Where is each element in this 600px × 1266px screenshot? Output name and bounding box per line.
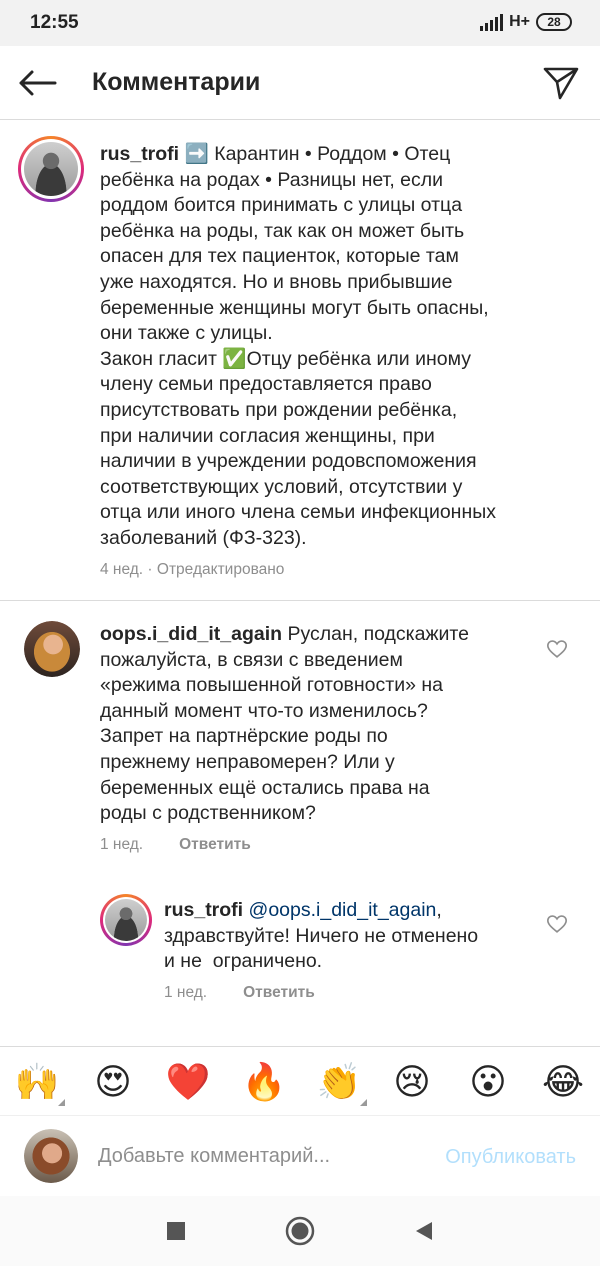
circle-icon (285, 1216, 315, 1246)
home-button[interactable] (282, 1213, 318, 1249)
reply-mention[interactable]: @oops.i_did_it_again (249, 899, 437, 921)
system-nav-bar (0, 1196, 600, 1266)
caption-meta: 4 нед. · Отредактировано (100, 561, 285, 578)
reply-avatar[interactable] (100, 894, 152, 946)
like-heart-icon[interactable] (546, 913, 568, 935)
skin-tone-indicator-icon (360, 1099, 367, 1106)
avatar-image (24, 1129, 78, 1183)
send-paper-plane-icon (543, 67, 579, 100)
reply-username[interactable]: rus_trofi (164, 899, 243, 921)
reply-time: 1 нед. (164, 984, 208, 1001)
comment-body: Руслан, подскажите пожалуйста, в связи с… (100, 623, 469, 825)
header: Комментарии (0, 46, 600, 120)
caption-body: ➡️ Карантин • Роддом • Отец ребёнка на р… (100, 143, 496, 549)
emoji-red-heart[interactable]: ❤️ (163, 1059, 213, 1105)
publish-button[interactable]: Опубликовать (445, 1146, 576, 1169)
square-icon (167, 1222, 185, 1240)
caption-avatar[interactable] (18, 136, 84, 202)
status-time: 12:55 (30, 12, 79, 33)
avatar-image (105, 899, 147, 941)
emoji-open-mouth[interactable]: 😮 (463, 1059, 513, 1105)
current-user-avatar (24, 1129, 78, 1183)
comment-meta: 1 нед. Ответить (100, 836, 251, 854)
avatar-image (24, 142, 78, 196)
avatar-image (24, 621, 80, 677)
battery-icon: 28 (536, 13, 572, 31)
comment-text: oops.i_did_it_again Руслан, подскажите п… (100, 622, 530, 827)
recents-button[interactable] (158, 1213, 194, 1249)
reply-meta: 1 нед. Ответить (164, 984, 315, 1002)
reply-button[interactable]: Ответить (243, 984, 315, 1001)
status-bar: 12:55 H+ 28 (0, 0, 600, 46)
reply-text: rus_trofi @oops.i_did_it_again, здравств… (164, 898, 534, 975)
signal-icon (480, 13, 504, 31)
emoji-heart-eyes[interactable]: 😍 (88, 1059, 138, 1105)
emoji-raising-hands[interactable]: 🙌 (12, 1059, 62, 1105)
caption-username[interactable]: rus_trofi (100, 143, 179, 165)
emoji-tears-of-joy[interactable]: 😂 (538, 1059, 588, 1105)
back-button[interactable] (14, 61, 60, 105)
emoji-crying[interactable]: 😢 (387, 1059, 437, 1105)
comment-time: 1 нед. (100, 836, 144, 853)
reply-button[interactable]: Ответить (179, 836, 251, 853)
comment-composer: Опубликовать (0, 1117, 600, 1195)
battery-level: 28 (547, 15, 561, 29)
network-type: H+ (509, 13, 530, 30)
comment-username[interactable]: oops.i_did_it_again (100, 623, 282, 645)
skin-tone-indicator-icon (58, 1099, 65, 1106)
like-heart-icon[interactable] (546, 638, 568, 660)
caption-text: rus_trofi ➡️ Карантин • Роддом • Отец ре… (100, 142, 580, 552)
comment-input[interactable] (98, 1139, 408, 1173)
page-title: Комментарии (92, 68, 261, 96)
triangle-back-icon (416, 1222, 432, 1240)
comment-avatar[interactable] (24, 621, 80, 677)
emoji-fire[interactable]: 🔥 (239, 1059, 289, 1105)
emoji-quick-bar: 🙌 😍 ❤️ 🔥 👏 😢 😮 😂 (0, 1046, 600, 1116)
back-arrow-icon (19, 70, 57, 96)
divider (0, 600, 600, 601)
share-button[interactable] (538, 61, 584, 105)
status-indicators: H+ 28 (480, 13, 572, 31)
emoji-clapping[interactable]: 👏 (314, 1059, 364, 1105)
back-nav-button[interactable] (406, 1213, 442, 1249)
